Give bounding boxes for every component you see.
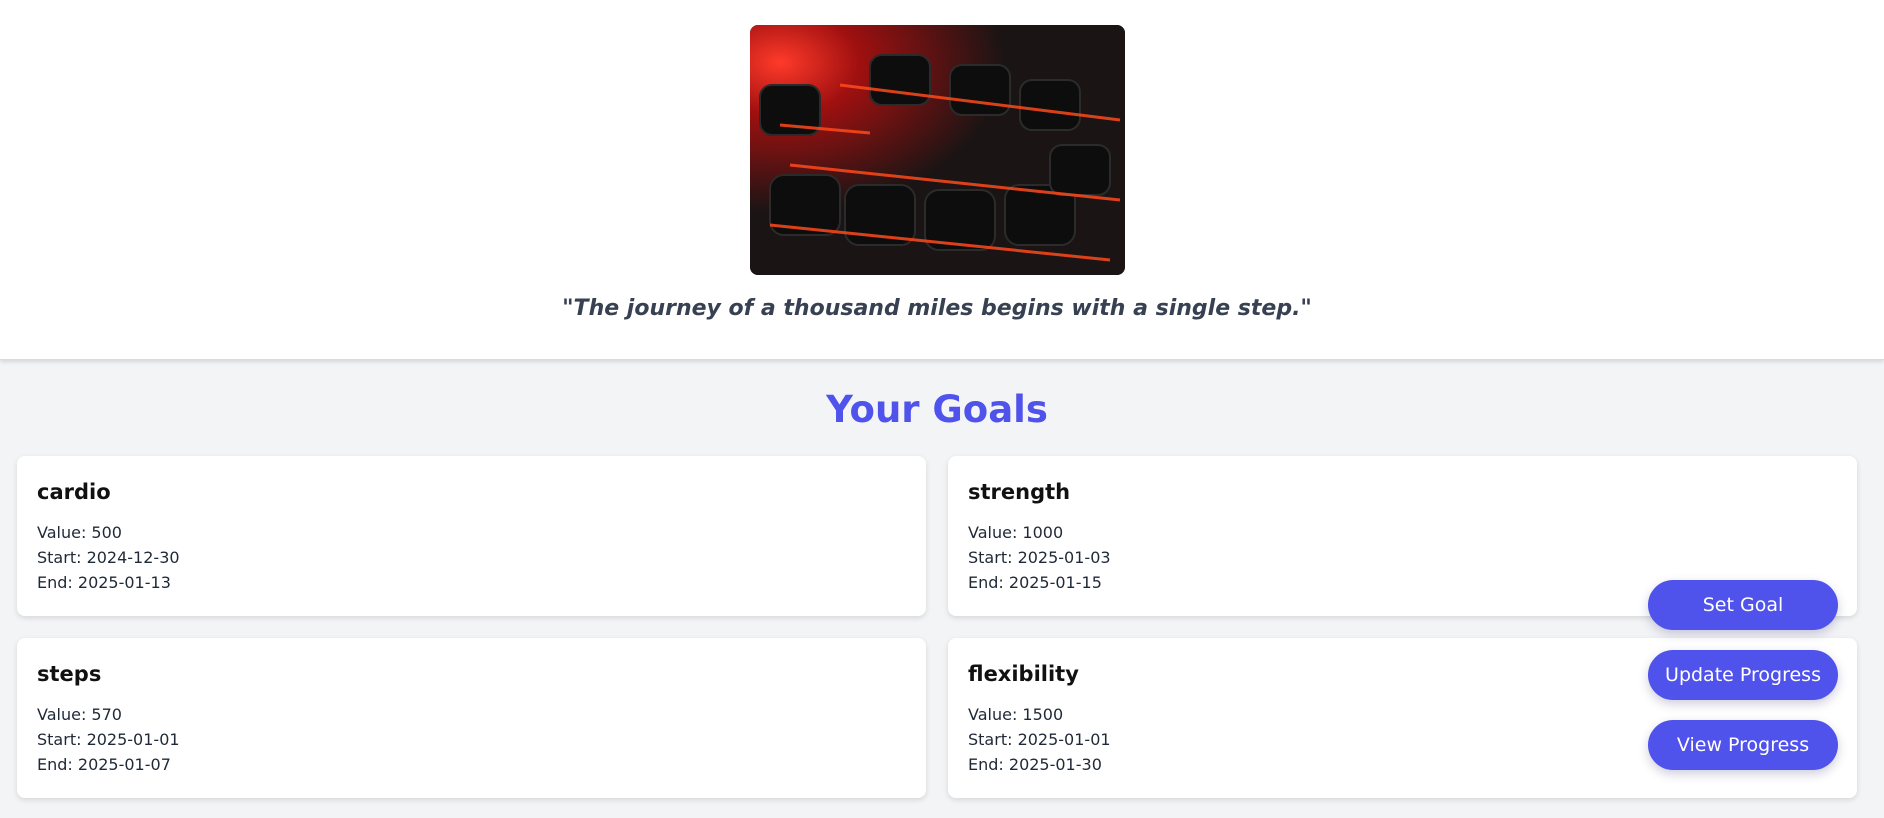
floating-action-buttons: Set Goal Update Progress View Progress bbox=[1648, 580, 1838, 770]
set-goal-button[interactable]: Set Goal bbox=[1648, 580, 1838, 630]
goal-name: strength bbox=[968, 480, 1071, 504]
goal-card-steps: steps Value: 570 Start: 2025-01-01 End: … bbox=[17, 638, 926, 798]
update-progress-button[interactable]: Update Progress bbox=[1648, 650, 1838, 700]
goal-value: Value: 570 bbox=[37, 705, 122, 724]
goal-start-date: Start: 2025-01-03 bbox=[968, 548, 1111, 567]
hero-image bbox=[750, 25, 1125, 275]
goal-value: Value: 1000 bbox=[968, 523, 1064, 542]
goal-start-date: Start: 2024-12-30 bbox=[37, 548, 180, 567]
goal-card-cardio: cardio Value: 500 Start: 2024-12-30 End:… bbox=[17, 456, 926, 616]
goal-end-date: End: 2025-01-07 bbox=[37, 755, 171, 774]
goal-end-date: End: 2025-01-13 bbox=[37, 573, 171, 592]
goal-name: steps bbox=[37, 662, 102, 686]
goal-start-date: Start: 2025-01-01 bbox=[37, 730, 180, 749]
goals-heading: Your Goals bbox=[826, 388, 1048, 431]
view-progress-button[interactable]: View Progress bbox=[1648, 720, 1838, 770]
goals-grid: cardio Value: 500 Start: 2024-12-30 End:… bbox=[17, 456, 1857, 798]
goal-name: cardio bbox=[37, 480, 111, 504]
motivational-quote: "The journey of a thousand miles begins … bbox=[562, 296, 1312, 321]
dumbbell-rack-image bbox=[750, 25, 1125, 275]
hero-section: "The journey of a thousand miles begins … bbox=[0, 0, 1884, 360]
goal-value: Value: 500 bbox=[37, 523, 122, 542]
